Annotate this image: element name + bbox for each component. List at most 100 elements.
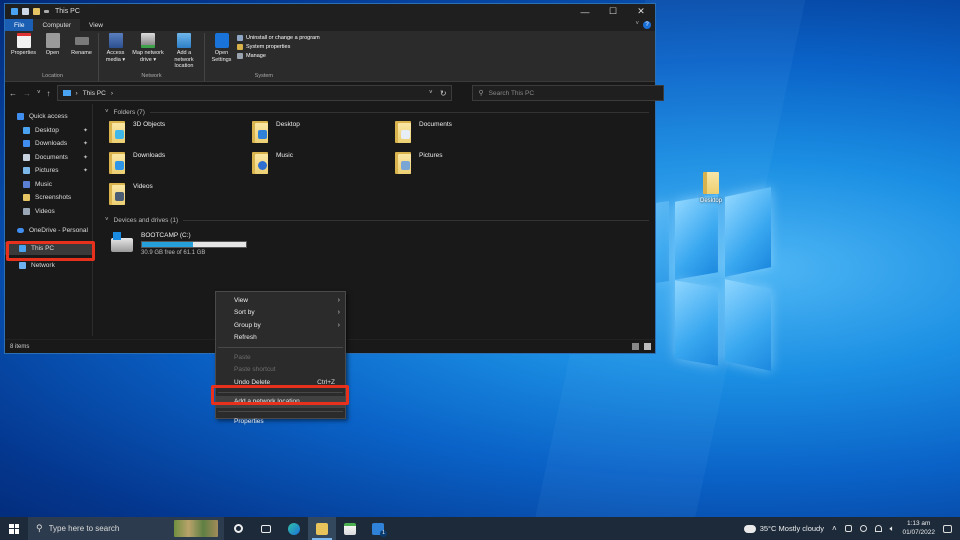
folder-documents[interactable]: Documents (395, 121, 538, 152)
drive-name: BOOTCAMP (C:) (141, 232, 191, 239)
sidebar-item-network[interactable]: Network (5, 259, 92, 273)
folders-grid: 3D Objects Desktop Documents Downloads M… (105, 121, 655, 214)
file-explorer-taskbar-button[interactable] (308, 517, 336, 540)
open-settings-button[interactable]: Open Settings (208, 33, 235, 73)
sidebar-item-onedrive[interactable]: OneDrive - Personal (5, 224, 92, 238)
checkmark-icon (16, 33, 31, 48)
edge-button[interactable] (280, 517, 308, 540)
recent-locations-chevron-icon[interactable]: ˅ (37, 90, 41, 96)
address-bar[interactable]: › This PC › ˅ ↻ (56, 85, 452, 101)
chevron-down-icon[interactable]: ˅ (105, 217, 109, 223)
minimize-button[interactable]: — (571, 4, 599, 19)
video-icon (23, 207, 30, 215)
task-view-button[interactable] (252, 517, 280, 540)
explorer-icon (11, 8, 18, 15)
address-dropdown-icon[interactable]: ˅ (429, 90, 433, 96)
breadcrumb-separator: › (75, 89, 78, 97)
weather-widget[interactable]: 35°C Mostly cloudy (741, 521, 824, 533)
music-icon (23, 180, 30, 188)
manage-link[interactable]: Manage (237, 53, 320, 59)
store-button[interactable] (336, 517, 364, 540)
ribbon-group-system: Open Settings Uninstall or change a prog… (205, 33, 323, 81)
drives-section-header[interactable]: ˅ Devices and drives (1) (105, 214, 655, 226)
quick-access-toolbar (11, 8, 49, 15)
help-icon[interactable]: ? (643, 21, 651, 29)
back-arrow-icon[interactable]: ← (9, 89, 17, 98)
manage-icon (237, 53, 243, 59)
content-pane[interactable]: ˅ Folders (7) 3D Objects Desktop Documen… (93, 104, 655, 336)
refresh-icon[interactable]: ↻ (440, 89, 447, 98)
menu-item-properties[interactable]: Properties (216, 415, 345, 428)
network-tray-icon[interactable] (844, 525, 852, 532)
clock[interactable]: 1:13 am 01/07/2022 (902, 520, 935, 537)
folder-music[interactable]: Music (252, 152, 395, 183)
menu-item-refresh[interactable]: Refresh (216, 332, 345, 345)
start-button[interactable] (0, 517, 28, 540)
cortana-button[interactable] (224, 517, 252, 540)
sidebar-item-documents[interactable]: Documents ✦ (5, 151, 92, 165)
sidebar-item-pictures[interactable]: Pictures ✦ (5, 164, 92, 178)
chevron-down-icon[interactable] (44, 10, 49, 13)
add-network-location-button[interactable]: Add a network location (167, 33, 201, 73)
details-view-icon[interactable] (632, 343, 639, 350)
folder-pictures[interactable]: Pictures (395, 152, 538, 183)
cloud-tray-icon[interactable] (859, 525, 867, 532)
sidebar-item-videos[interactable]: Videos (5, 205, 92, 219)
menu-item-sort-by[interactable]: Sort by › (216, 307, 345, 320)
up-arrow-icon[interactable]: ↑ (47, 89, 51, 98)
chevron-right-icon: › (337, 321, 340, 329)
chevron-down-icon[interactable]: ˅ (105, 109, 109, 115)
this-pc-icon (62, 90, 71, 96)
windows-logo-wallpaper (655, 187, 773, 371)
notification-icon[interactable] (943, 524, 952, 533)
taskbar-search[interactable]: ⚲ (28, 517, 224, 540)
media-icon (108, 33, 123, 48)
ribbon-tabs: File Computer View ˅ ? (5, 19, 655, 31)
sidebar-item-downloads[interactable]: Downloads ✦ (5, 137, 92, 151)
sidebar-item-desktop[interactable]: Desktop ✦ (5, 124, 92, 138)
gear-icon (214, 33, 229, 48)
volume-icon[interactable]: 🔈︎ (890, 524, 895, 534)
breadcrumb-this-pc[interactable]: This PC (83, 90, 106, 97)
access-media-button[interactable]: Access media ▾ (102, 33, 129, 73)
search-box[interactable]: ⚲ (471, 85, 664, 101)
menu-item-group-by[interactable]: Group by › (216, 319, 345, 332)
menu-item-view[interactable]: View › (216, 294, 345, 307)
mail-button[interactable]: 1 (364, 517, 392, 540)
ribbon-collapse-icon[interactable]: ˅ (635, 21, 639, 27)
tab-view[interactable]: View (80, 19, 112, 31)
properties-quick-icon[interactable] (22, 8, 29, 15)
desktop-folder-icon[interactable]: Desktop (694, 172, 728, 204)
rename-button[interactable]: Rename (68, 33, 95, 73)
sidebar-item-screenshots[interactable]: Screenshots (5, 191, 92, 205)
forward-arrow-icon[interactable]: → (23, 89, 31, 98)
tab-computer[interactable]: Computer (33, 19, 81, 31)
system-properties-link[interactable]: System properties (237, 44, 320, 50)
chevron-up-icon[interactable]: ˄ (832, 524, 837, 533)
tab-file[interactable]: File (5, 19, 34, 31)
large-icons-view-icon[interactable] (644, 343, 651, 350)
taskbar-search-input[interactable] (48, 524, 169, 533)
highlight-box-this-pc (6, 241, 95, 261)
folder-downloads[interactable]: Downloads (109, 152, 252, 183)
menu-item-paste: Paste (234, 353, 251, 361)
sidebar-item-quick-access[interactable]: Quick access (5, 110, 92, 124)
search-input[interactable] (488, 89, 649, 97)
drive-free-space: 30.9 GB free of 61.1 GB (141, 250, 206, 256)
title-bar[interactable]: This PC — ☐ ✕ (5, 4, 655, 19)
drive-bootcamp[interactable]: BOOTCAMP (C:) 30.9 GB free of 61.1 GB (111, 232, 655, 256)
folder-desktop[interactable]: Desktop (252, 121, 395, 152)
folders-section-header[interactable]: ˅ Folders (7) (105, 106, 655, 118)
close-button[interactable]: ✕ (627, 4, 655, 19)
sidebar-item-music[interactable]: Music (5, 178, 92, 192)
wifi-icon[interactable] (874, 525, 882, 532)
map-network-drive-button[interactable]: Map network drive ▾ (131, 33, 165, 73)
folder-3d-objects[interactable]: 3D Objects (109, 121, 252, 152)
folder-videos[interactable]: Videos (109, 183, 252, 214)
new-folder-quick-icon[interactable] (33, 8, 40, 15)
open-button[interactable]: Open (39, 33, 66, 73)
maximize-button[interactable]: ☐ (599, 4, 627, 19)
properties-button[interactable]: Properties (10, 33, 37, 73)
uninstall-program-link[interactable]: Uninstall or change a program (237, 35, 320, 41)
taskbar: ⚲ 1 35°C Mostly cloudy ˄ 🔈︎ 1:13 am 01/0… (0, 517, 960, 540)
